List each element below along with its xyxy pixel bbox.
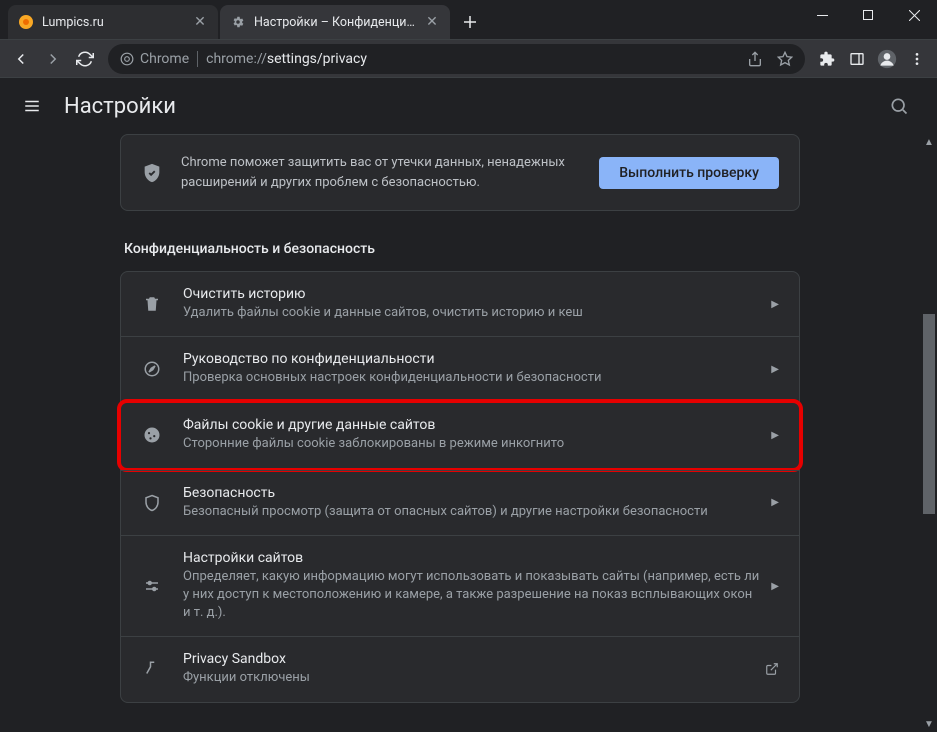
row-subtitle: Функции отключены: [183, 669, 753, 687]
menu-dots-icon[interactable]: [903, 45, 931, 73]
safety-check-text: Chrome поможет защитить вас от утечки да…: [181, 153, 581, 192]
shield-check-icon: [141, 162, 163, 184]
search-button[interactable]: [881, 88, 917, 124]
shield-icon: [141, 492, 163, 514]
close-icon[interactable]: ✕: [424, 14, 440, 30]
scrollbar-thumb[interactable]: [923, 314, 935, 514]
chrome-chip-label: Chrome: [140, 51, 189, 67]
row-title: Privacy Sandbox: [183, 651, 753, 667]
maximize-button[interactable]: [845, 0, 891, 30]
forward-button[interactable]: [38, 44, 68, 74]
content-area: Chrome поможет защитить вас от утечки да…: [0, 134, 937, 732]
safety-check-card: Chrome поможет защитить вас от утечки да…: [120, 134, 800, 211]
tab-lumpics[interactable]: Lumpics.ru ✕: [8, 5, 218, 39]
chevron-right-icon: ▶: [771, 581, 779, 592]
extensions-icon[interactable]: [813, 45, 841, 73]
compass-icon: [141, 358, 163, 380]
tab-strip: Lumpics.ru ✕ Настройки – Конфиденциально…: [0, 5, 799, 39]
scroll-up-arrow[interactable]: ▲: [921, 134, 937, 150]
chevron-right-icon: ▶: [771, 364, 779, 375]
row-title: Файлы cookie и другие данные сайтов: [183, 417, 759, 433]
chrome-chip: Chrome: [120, 51, 198, 67]
row-security[interactable]: Безопасность Безопасный просмотр (защита…: [121, 470, 799, 535]
reload-button[interactable]: [70, 44, 100, 74]
flask-icon: [141, 658, 163, 680]
chrome-logo-icon: [120, 52, 134, 66]
row-subtitle: Удалить файлы cookie и данные сайтов, оч…: [183, 304, 759, 322]
privacy-rows-card: Очистить историю Удалить файлы cookie и …: [120, 271, 800, 703]
back-button[interactable]: [6, 44, 36, 74]
cookie-icon: [141, 424, 163, 446]
row-subtitle: Безопасный просмотр (защита от опасных с…: [183, 503, 759, 521]
row-privacy-guide[interactable]: Руководство по конфиденциальности Провер…: [121, 336, 799, 401]
page-title: Настройки: [64, 94, 176, 119]
chevron-right-icon: ▶: [771, 299, 779, 310]
external-link-icon: [765, 662, 779, 676]
profile-icon[interactable]: [873, 45, 901, 73]
window-controls: [799, 0, 937, 30]
scroll-down-arrow[interactable]: ▼: [921, 716, 937, 732]
sidepanel-icon[interactable]: [843, 45, 871, 73]
row-cookies[interactable]: Файлы cookie и другие данные сайтов Стор…: [117, 399, 803, 471]
omnibox-actions: [747, 51, 793, 67]
address-bar: Chrome chrome://settings/privacy: [0, 40, 937, 78]
omnibox[interactable]: Chrome chrome://settings/privacy: [108, 44, 805, 74]
row-privacy-sandbox[interactable]: Privacy Sandbox Функции отключены: [121, 636, 799, 701]
share-icon[interactable]: [747, 51, 763, 67]
row-title: Настройки сайтов: [183, 550, 759, 566]
tab-title: Lumpics.ru: [42, 15, 186, 30]
window-titlebar: Lumpics.ru ✕ Настройки – Конфиденциально…: [0, 0, 937, 40]
trash-icon: [141, 293, 163, 315]
close-icon[interactable]: ✕: [192, 14, 208, 30]
chevron-right-icon: ▶: [771, 497, 779, 508]
settings-header: Настройки: [0, 78, 937, 134]
tab-settings[interactable]: Настройки – Конфиденциально ✕: [220, 5, 450, 39]
lumpics-favicon: [18, 14, 34, 30]
row-title: Безопасность: [183, 485, 759, 501]
row-clear-history[interactable]: Очистить историю Удалить файлы cookie и …: [121, 272, 799, 336]
safety-check-button[interactable]: Выполнить проверку: [599, 157, 779, 189]
vertical-scrollbar[interactable]: ▲ ▼: [921, 134, 937, 732]
row-subtitle: Проверка основных настроек конфиденциаль…: [183, 369, 759, 387]
row-subtitle: Сторонние файлы cookie заблокированы в р…: [183, 435, 759, 453]
new-tab-button[interactable]: [456, 8, 484, 36]
hamburger-menu-button[interactable]: [20, 94, 44, 118]
sliders-icon: [141, 575, 163, 597]
gear-icon: [230, 14, 246, 30]
bookmark-icon[interactable]: [777, 51, 793, 67]
chevron-right-icon: ▶: [771, 430, 779, 441]
row-title: Руководство по конфиденциальности: [183, 351, 759, 367]
tab-title: Настройки – Конфиденциально: [254, 15, 418, 30]
minimize-button[interactable]: [799, 0, 845, 30]
section-heading: Конфиденциальность и безопасность: [120, 241, 907, 257]
row-title: Очистить историю: [183, 286, 759, 302]
close-window-button[interactable]: [891, 0, 937, 30]
row-subtitle: Определяет, какую информацию могут испол…: [183, 568, 759, 623]
url-scheme: chrome://: [206, 51, 267, 67]
row-site-settings[interactable]: Настройки сайтов Определяет, какую инфор…: [121, 535, 799, 637]
url-path: settings/privacy: [267, 51, 367, 67]
